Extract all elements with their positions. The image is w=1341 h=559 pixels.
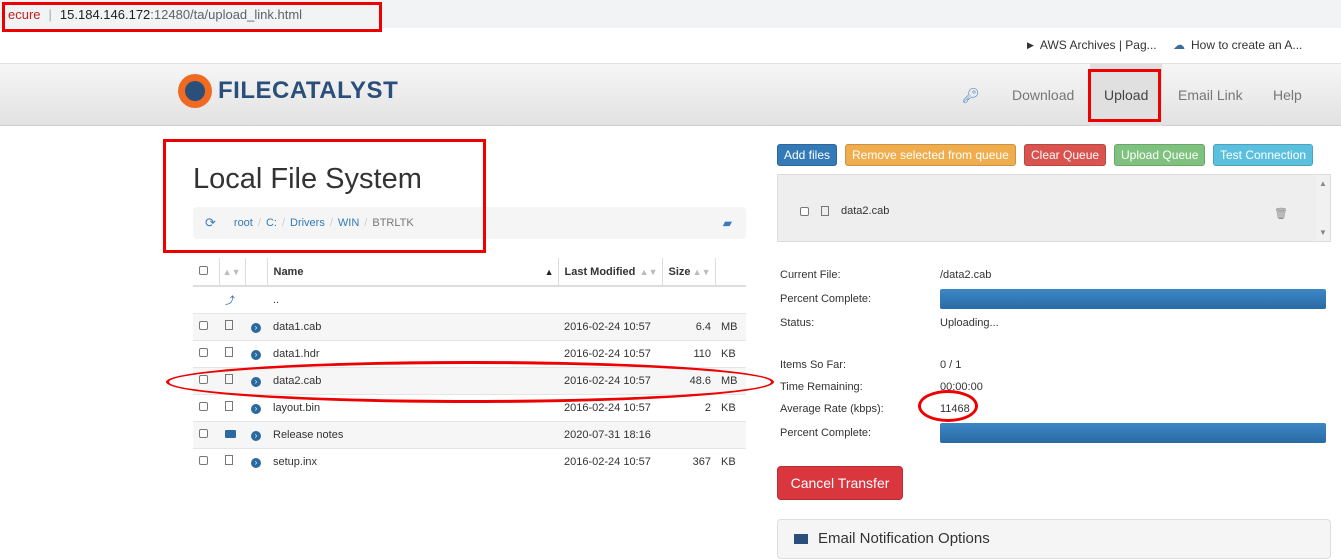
parent-dir-label[interactable]: .. xyxy=(267,285,558,313)
queue-item-name: data2.cab xyxy=(841,205,890,217)
overall-progress-bar xyxy=(940,423,1326,443)
file-icon xyxy=(821,206,829,216)
parent-dir-row[interactable]: ⤴ .. xyxy=(193,285,746,313)
bookmark-aws-archives[interactable]: ▶ AWS Archives | Pag... xyxy=(1027,38,1157,52)
row-checkbox[interactable] xyxy=(199,401,208,411)
file-percent-label: Percent Complete: xyxy=(780,293,872,305)
clear-queue-button[interactable]: Clear Queue xyxy=(1024,144,1107,166)
file-size: 6.4 xyxy=(662,312,715,340)
overall-percent-label: Percent Complete: xyxy=(780,427,872,439)
arrow-right-circle-icon[interactable]: › xyxy=(251,430,261,441)
table-row[interactable]: › setup.inx 2016-02-24 10:57 367 KB xyxy=(193,447,746,475)
sort-icon: ▲▼ xyxy=(639,267,658,277)
upload-queue-button[interactable]: Upload Queue xyxy=(1114,144,1206,166)
add-files-button[interactable]: Add files xyxy=(777,144,838,166)
current-file-label: Current File: xyxy=(780,269,841,281)
select-all-checkbox[interactable] xyxy=(199,265,208,275)
sort-asc-icon: ▲ xyxy=(544,267,554,277)
table-row[interactable]: › Release notes 2020-07-31 18:16 xyxy=(193,420,746,448)
filecatalyst-logo[interactable]: FILECATALYST xyxy=(178,74,398,108)
arrow-right-circle-icon[interactable]: › xyxy=(251,349,261,360)
file-size-unit: KB xyxy=(715,393,746,421)
type-sort-header[interactable]: ▲▼ xyxy=(219,258,246,287)
cancel-transfer-button[interactable]: Cancel Transfer xyxy=(777,466,903,500)
file-modified: 2020-07-31 18:16 xyxy=(558,420,662,448)
column-name[interactable]: Name ▲ xyxy=(267,258,559,287)
file-size: 110 xyxy=(662,339,715,367)
file-name[interactable]: Release notes xyxy=(267,420,558,448)
file-size: 367 xyxy=(662,447,715,475)
status-value: Uploading... xyxy=(940,317,999,329)
sort-icon: ▲▼ xyxy=(222,267,241,277)
row-checkbox[interactable] xyxy=(199,347,208,357)
average-rate-label: Average Rate (kbps): xyxy=(780,403,884,415)
file-size-unit xyxy=(715,420,746,448)
trash-icon[interactable]: 🗑︎ xyxy=(1274,207,1288,220)
annotation-data2-ellipse xyxy=(166,361,774,403)
file-size xyxy=(662,420,715,448)
scroll-down-icon[interactable]: ▼ xyxy=(1319,228,1327,237)
upload-queue-list[interactable]: data2.cab 🗑︎ ▲ ▼ xyxy=(777,174,1331,242)
up-arrow-icon[interactable]: ⤴ xyxy=(225,296,235,307)
envelope-icon xyxy=(794,534,808,544)
annotation-local-fs-box xyxy=(163,139,486,253)
file-size-unit: KB xyxy=(715,447,746,475)
bookmark-how-to-create[interactable]: ☁ How to create an A... xyxy=(1173,38,1302,52)
select-all-header[interactable] xyxy=(193,258,220,287)
file-progress-bar xyxy=(940,289,1326,309)
remove-selected-button[interactable]: Remove selected from queue xyxy=(845,144,1016,166)
nav-download[interactable]: Download xyxy=(998,87,1088,103)
arrow-right-circle-icon[interactable]: › xyxy=(251,403,261,414)
file-size-unit: KB xyxy=(715,339,746,367)
row-checkbox[interactable] xyxy=(199,455,208,465)
logo-text: FILECATALYST xyxy=(218,77,399,104)
annotation-rate-ellipse xyxy=(918,390,978,422)
file-icon xyxy=(225,320,233,330)
sort-icon: ▲▼ xyxy=(692,267,711,277)
file-icon xyxy=(225,455,233,466)
bookmark-label: How to create an A... xyxy=(1191,38,1303,52)
nav-email-link[interactable]: Email Link xyxy=(1164,87,1257,103)
file-name[interactable]: data1.cab xyxy=(267,312,558,340)
key-icon[interactable]: 🔑︎ xyxy=(962,64,980,126)
nav-help[interactable]: Help xyxy=(1259,87,1316,103)
email-notification-label: Email Notification Options xyxy=(818,530,990,547)
email-notification-panel[interactable]: Email Notification Options xyxy=(777,519,1331,559)
file-icon xyxy=(225,401,233,411)
folder-icon xyxy=(225,429,236,438)
row-checkbox[interactable] xyxy=(199,428,208,438)
file-progress-fill xyxy=(940,289,1326,309)
cloud-icon: ☁ xyxy=(1173,38,1185,52)
items-so-far-label: Items So Far: xyxy=(780,359,847,371)
annotation-url-box xyxy=(2,2,382,32)
table-row[interactable]: › data1.cab 2016-02-24 10:57 6.4 MB xyxy=(193,312,746,340)
annotation-upload-box xyxy=(1088,69,1161,122)
test-connection-button[interactable]: Test Connection xyxy=(1213,144,1314,166)
file-modified: 2016-02-24 10:57 xyxy=(558,447,662,475)
column-last-modified[interactable]: Last Modified ▲▼ xyxy=(558,258,663,287)
column-size[interactable]: Size ▲▼ xyxy=(662,258,716,287)
queue-item[interactable]: data2.cab xyxy=(800,205,889,217)
overall-progress-fill xyxy=(940,423,1326,443)
file-modified: 2016-02-24 10:57 xyxy=(558,312,662,340)
status-label: Status: xyxy=(780,317,815,329)
folder-open-icon[interactable]: ▰ xyxy=(723,216,732,230)
bookmark-arrow-icon: ▶ xyxy=(1027,39,1034,50)
file-name[interactable]: setup.inx xyxy=(267,447,558,475)
queue-item-checkbox[interactable] xyxy=(800,206,809,216)
logo-icon xyxy=(178,74,212,108)
bookmark-label: AWS Archives | Pag... xyxy=(1039,38,1157,52)
arrow-right-circle-icon[interactable]: › xyxy=(251,322,261,333)
file-size: 2 xyxy=(662,393,715,421)
row-checkbox[interactable] xyxy=(199,320,208,330)
time-remaining-label: Time Remaining: xyxy=(780,381,863,393)
items-so-far-value: 0 / 1 xyxy=(940,359,962,371)
queue-scrollbar[interactable]: ▲ ▼ xyxy=(1316,175,1330,241)
scroll-up-icon[interactable]: ▲ xyxy=(1319,179,1327,188)
current-file-value: /data2.cab xyxy=(940,269,992,281)
file-icon xyxy=(225,347,233,357)
file-size-unit: MB xyxy=(715,312,746,340)
bookmarks-bar: ▶ AWS Archives | Pag... ☁ How to create … xyxy=(0,28,1341,64)
arrow-right-circle-icon[interactable]: › xyxy=(251,457,261,468)
